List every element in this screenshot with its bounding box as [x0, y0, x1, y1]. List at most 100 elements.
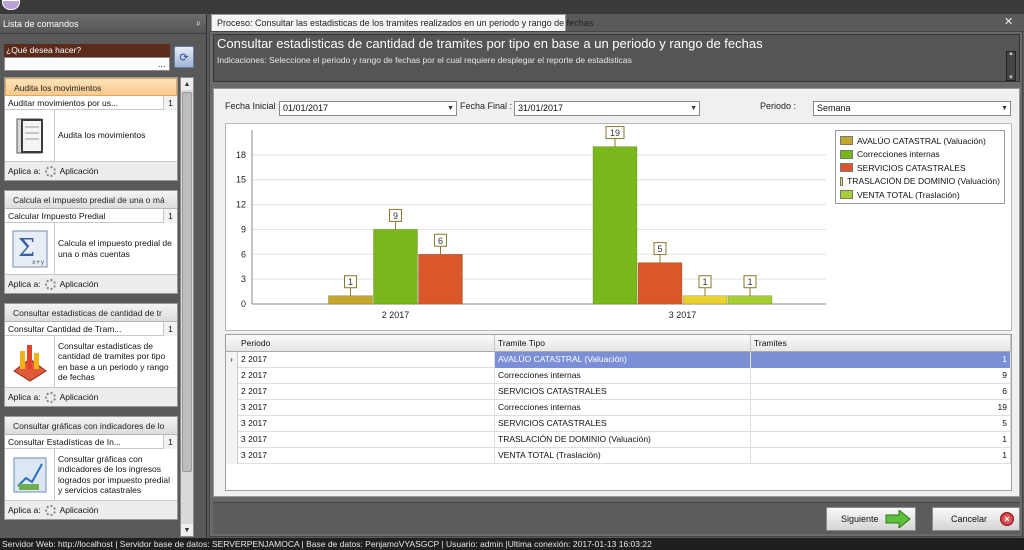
y-tick-label: 3	[241, 274, 246, 284]
command-card[interactable]: Calcula el impuesto predial de una o má …	[4, 190, 178, 294]
bar	[373, 229, 418, 305]
col-tramites[interactable]: Tramites	[751, 335, 1011, 352]
legend-label: TRASLACIÓN DE DOMINIO (Valuación)	[847, 176, 1000, 187]
data-label: 1	[702, 277, 707, 287]
table-row[interactable]: 2 2017 SERVICIOS CATASTRALES 6	[226, 384, 1011, 400]
chart-plot: 03691215181962 20171951 13 2017	[236, 126, 826, 320]
cell-tramite-tipo[interactable]: SERVICIOS CATASTRALES	[495, 416, 751, 432]
indications-scrollbar[interactable]	[1006, 51, 1016, 81]
table-row[interactable]: 3 2017 VENTA TOTAL (Traslación) 1	[226, 448, 1011, 464]
row-indicator[interactable]	[226, 368, 238, 384]
card-body[interactable]: Audita los movimientos	[5, 110, 177, 162]
cell-periodo[interactable]: 2 2017	[238, 368, 495, 384]
cell-periodo[interactable]: 2 2017	[238, 352, 495, 368]
close-icon[interactable]: ✕	[1004, 15, 1013, 28]
cell-periodo[interactable]: 2 2017	[238, 384, 495, 400]
chevron-down-icon[interactable]: ▼	[1001, 102, 1008, 115]
cell-periodo[interactable]: 3 2017	[238, 432, 495, 448]
legend-item: VENTA TOTAL (Traslación)	[840, 188, 1000, 202]
card-header[interactable]: Consultar estadisticas de cantidad de tr	[5, 304, 177, 322]
search-button[interactable]: ⟳	[174, 46, 194, 68]
statistics-chart-icon	[5, 336, 55, 388]
cell-tramite-tipo[interactable]: VENTA TOTAL (Traslación)	[495, 448, 751, 464]
cell-tramite-tipo[interactable]: AVALÚO CATASTRAL (Valuación)	[495, 352, 751, 368]
cell-periodo[interactable]: 3 2017	[238, 416, 495, 432]
table-row[interactable]: 2 2017 Correcciones internas 9	[226, 368, 1011, 384]
table-row[interactable]: › 2 2017 AVALÚO CATASTRAL (Valuación) 1	[226, 352, 1011, 368]
table-row[interactable]: 3 2017 SERVICIOS CATASTRALES 5	[226, 416, 1011, 432]
search-ellipsis[interactable]: ...	[158, 59, 166, 69]
table-row[interactable]: 3 2017 TRASLACIÓN DE DOMINIO (Valuación) 1	[226, 432, 1011, 448]
legend-swatch	[840, 176, 844, 186]
card-description: Consultar gráficas con indicadores de lo…	[58, 453, 170, 496]
cancel-button-label: Cancelar	[951, 514, 988, 524]
command-card[interactable]: Consultar gráficas con indicadores de lo…	[4, 416, 178, 520]
cell-tramites[interactable]: 1	[751, 352, 1011, 368]
bar	[328, 295, 373, 305]
row-indicator[interactable]	[226, 400, 238, 416]
cell-tramites[interactable]: 5	[751, 416, 1011, 432]
bar	[682, 295, 728, 305]
cell-tramite-tipo[interactable]: SERVICIOS CATASTRALES	[495, 384, 751, 400]
row-indicator[interactable]	[226, 384, 238, 400]
card-body[interactable]: Σx+y Calcula el impuesto predial de una …	[5, 223, 177, 275]
row-indicator[interactable]	[226, 432, 238, 448]
table-row[interactable]: 3 2017 Correcciones internas 19	[226, 400, 1011, 416]
cell-tramites[interactable]: 19	[751, 400, 1011, 416]
gear-icon	[44, 391, 56, 403]
apply-label: Aplica a:	[8, 505, 41, 515]
cancel-button[interactable]: Cancelar ×	[932, 507, 1020, 531]
cell-periodo[interactable]: 3 2017	[238, 448, 495, 464]
cell-tramites[interactable]: 1	[751, 432, 1011, 448]
scroll-down-icon[interactable]: ▼	[181, 524, 193, 536]
sigma-formula-icon: Σx+y	[5, 223, 55, 275]
pin-icon[interactable]: ᵖ	[197, 14, 200, 34]
cancel-icon: ×	[1000, 512, 1014, 526]
cell-tramites[interactable]: 9	[751, 368, 1011, 384]
card-header[interactable]: Consultar gráficas con indicadores de lo	[5, 417, 177, 435]
card-body[interactable]: Consultar gráficas con indicadores de lo…	[5, 449, 177, 501]
card-command[interactable]: Consultar Cantidad de Tram... 1	[5, 322, 177, 336]
results-grid: Periodo Tramite Tipo Tramites › 2 2017 AVA…	[225, 334, 1012, 491]
gear-icon	[44, 504, 56, 516]
command-card[interactable]: Consultar estadisticas de cantidad de tr…	[4, 303, 178, 407]
card-count: 1	[163, 435, 177, 449]
col-periodo[interactable]: Periodo	[238, 335, 495, 352]
cell-tramite-tipo[interactable]: Correcciones internas	[495, 400, 751, 416]
chevron-down-icon[interactable]: ▼	[690, 102, 697, 115]
legend-swatch	[840, 190, 853, 200]
command-card[interactable]: Audita los movimientos Auditar movimient…	[4, 77, 178, 181]
legend-label: Correcciones internas	[857, 149, 940, 160]
scroll-up-icon[interactable]: ▲	[181, 78, 193, 90]
report-content: Fecha Inicial : 01/01/2017 ▼ Fecha Final…	[213, 88, 1020, 497]
scroll-thumb[interactable]	[182, 92, 192, 472]
card-command[interactable]: Calcular Impuesto Predial 1	[5, 209, 177, 223]
col-tramite-tipo[interactable]: Tramite Tipo	[495, 335, 751, 352]
tab-proceso[interactable]: Proceso: Consultar las estadisticas de l…	[211, 14, 593, 32]
periodo-select[interactable]: Semana ▼	[813, 101, 1011, 116]
card-body[interactable]: Consultar estadisticas de cantidad de tr…	[5, 336, 177, 388]
card-header[interactable]: Calcula el impuesto predial de una o má	[5, 191, 177, 209]
cell-periodo[interactable]: 3 2017	[238, 400, 495, 416]
card-count: 1	[163, 96, 177, 110]
card-command[interactable]: Auditar movimientos por us... 1	[5, 96, 177, 110]
legend-item: Correcciones internas	[840, 148, 1000, 162]
fecha-inicial-value: 01/01/2017	[283, 103, 329, 113]
chevron-down-icon[interactable]: ▼	[447, 102, 454, 115]
cell-tramite-tipo[interactable]: TRASLACIÓN DE DOMINIO (Valuación)	[495, 432, 751, 448]
row-indicator[interactable]	[226, 448, 238, 464]
cell-tramites[interactable]: 1	[751, 448, 1011, 464]
chart-legend: AVALÚO CATASTRAL (Valuación) Correcciones…	[835, 130, 1005, 204]
bar	[727, 295, 773, 305]
fecha-inicial-picker[interactable]: 01/01/2017 ▼	[279, 101, 457, 116]
row-indicator[interactable]	[226, 416, 238, 432]
search-input[interactable]	[4, 57, 170, 71]
cell-tramites[interactable]: 6	[751, 384, 1011, 400]
card-command[interactable]: Consultar Estadísticas de In... 1	[5, 435, 177, 449]
cell-tramite-tipo[interactable]: Correcciones internas	[495, 368, 751, 384]
next-button[interactable]: Siguiente	[826, 507, 916, 531]
cards-scrollbar[interactable]: ▲ ▼	[180, 77, 194, 537]
row-indicator[interactable]: ›	[226, 352, 238, 368]
fecha-final-picker[interactable]: 31/01/2017 ▼	[514, 101, 700, 116]
card-header[interactable]: Audita los movimientos	[5, 78, 177, 96]
